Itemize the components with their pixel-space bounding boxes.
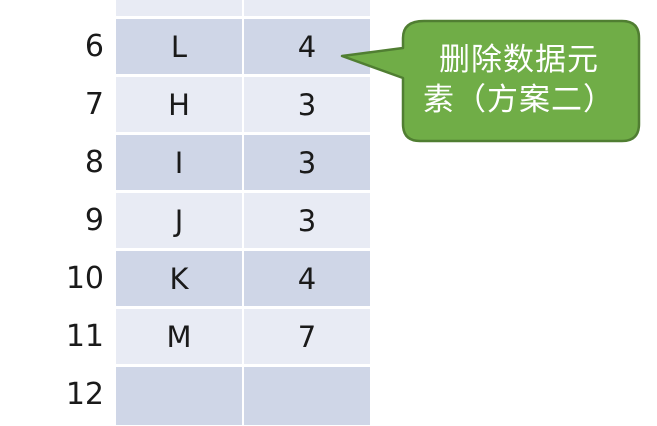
data-cell: H <box>115 76 243 133</box>
data-cell: I <box>115 134 243 191</box>
row-index: 7 <box>84 87 104 122</box>
data-cell: F <box>115 0 243 17</box>
row-index: 11 <box>65 319 104 354</box>
slide-canvas: 5 F 2 6 L 4 7 H 3 8 I 3 9 J 3 10 K 4 11 … <box>0 0 657 426</box>
callout-bubble: 删除数据元 素（方案二） <box>338 18 643 144</box>
data-cell: K <box>115 250 243 307</box>
parent-cell: 2 <box>243 0 371 17</box>
parent-cell <box>243 366 371 426</box>
parent-cell: 3 <box>243 192 371 249</box>
data-cell: M <box>115 308 243 365</box>
row-index: 5 <box>40 0 104 18</box>
row-index: 8 <box>84 145 104 180</box>
callout-line-1: 删除数据元 <box>439 42 599 78</box>
row-index: 12 <box>65 377 104 412</box>
row-index: 9 <box>84 203 104 238</box>
data-cell: L <box>115 18 243 75</box>
row-index: 6 <box>84 29 104 64</box>
data-cell <box>115 366 243 426</box>
row-index: 10 <box>65 261 104 296</box>
data-cell: J <box>115 192 243 249</box>
callout-label: 删除数据元 素（方案二） <box>404 40 634 120</box>
parent-cell: 7 <box>243 308 371 365</box>
callout-line-2: 素（方案二） <box>423 82 615 118</box>
parent-cell: 4 <box>243 250 371 307</box>
